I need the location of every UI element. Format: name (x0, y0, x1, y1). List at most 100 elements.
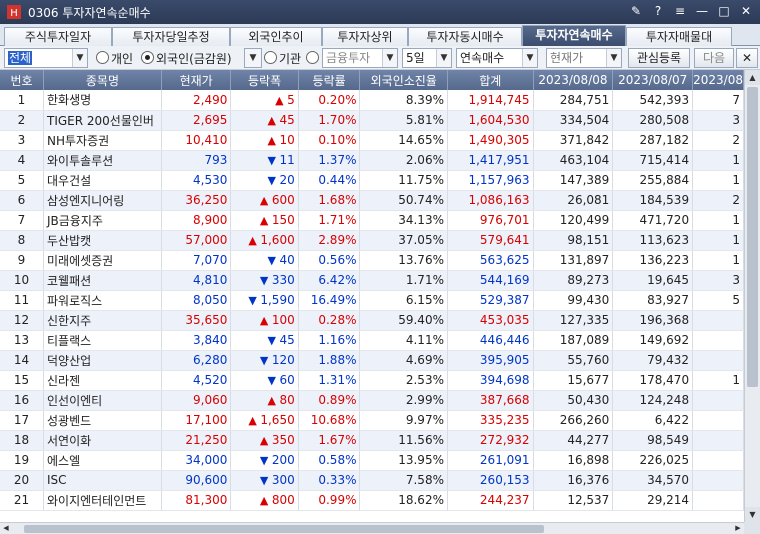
row-number: 15 (0, 370, 44, 391)
change-value: 5 (287, 92, 295, 107)
tab-foreign-trend[interactable]: 외국인추이 (230, 27, 322, 46)
table-row[interactable]: 8두산밥캣57,000 1,6002.89%37.05%579,64198,151… (0, 230, 744, 251)
menu-icon[interactable]: ≡ (672, 3, 688, 19)
change-value: 350 (271, 433, 295, 447)
table-row[interactable]: 4와이투솔루션793 111.37%2.06%1,417,951463,10471… (0, 150, 744, 171)
table-row[interactable]: 5대우건설4,530 200.44%11.75%1,157,963147,3892… (0, 170, 744, 191)
horizontal-scroll-thumb[interactable] (24, 525, 544, 533)
col-header-foreign-exhaust[interactable]: 외국인소진율 (359, 70, 448, 90)
tab-investor-supply[interactable]: 투자자매물대 (626, 27, 732, 46)
institution-type-value: 금융투자 (326, 51, 371, 65)
col-header-sum[interactable]: 합계 (447, 70, 534, 90)
row-number: 17 (0, 410, 44, 431)
tab-investor-consecutive-buy[interactable]: 투자자연속매수 (522, 25, 626, 46)
tab-investor-simul-buy[interactable]: 투자자동시매수 (408, 27, 522, 46)
close-button[interactable]: ✕ (738, 3, 754, 19)
mode-select[interactable]: 연속매수 ▼ (456, 48, 538, 68)
period-select[interactable]: 5일 ▼ (402, 48, 452, 68)
scroll-right-icon[interactable]: ▶ (732, 523, 744, 534)
table-row[interactable]: 20ISC90,600 3000.33%7.58%260,15316,37634,… (0, 470, 744, 491)
radio-institution[interactable] (264, 51, 277, 64)
price-type-select[interactable]: 현재가 ▼ (546, 48, 622, 68)
scroll-up-icon[interactable]: ▲ (745, 70, 760, 85)
next-button[interactable]: 다음 (694, 48, 734, 68)
sum-value: 244,237 (447, 490, 534, 511)
radio-financial-invest[interactable] (306, 51, 319, 64)
table-row[interactable]: 16인선이엔티9,060 800.89%2.99%387,66850,430124… (0, 390, 744, 411)
table-row[interactable]: 6삼성엔지니어링36,250 6001.68%50.74%1,086,16326,… (0, 190, 744, 211)
scroll-down-icon[interactable]: ▼ (745, 507, 760, 522)
col-header-name[interactable]: 종목명 (43, 70, 162, 90)
table-row[interactable]: 2TIGER 200선물인버2,695 451.70%5.81%1,604,530… (0, 110, 744, 131)
date3-value (692, 310, 744, 331)
row-number: 4 (0, 150, 44, 171)
date1-value: 371,842 (533, 130, 614, 151)
table-row[interactable]: 21와이지엔터테인먼트81,300 8000.99%18.62%244,23712… (0, 490, 744, 511)
up-arrow-icon (267, 394, 279, 407)
table-row[interactable]: 19에스엘34,000 2000.58%13.95%261,09116,89822… (0, 450, 744, 471)
table-row[interactable]: 15신라젠4,520 601.31%2.53%394,69815,677178,4… (0, 370, 744, 391)
col-header-price[interactable]: 현재가 (161, 70, 232, 90)
change-value: 20 (279, 173, 295, 187)
col-header-date1[interactable]: 2023/08/08 (533, 70, 614, 90)
stock-name: 서연이화 (43, 430, 162, 451)
maximize-button[interactable]: □ (716, 3, 732, 19)
col-header-change[interactable]: 등락폭 (230, 70, 299, 90)
table-row[interactable]: 9미래에셋증권7,070400.56%13.76%563,625131,8971… (0, 250, 744, 271)
chevron-down-icon: ▼ (522, 49, 537, 67)
row-number: 19 (0, 450, 44, 471)
down-arrow-icon (267, 174, 279, 187)
pin-icon[interactable]: ✎ (628, 3, 644, 19)
row-number: 10 (0, 270, 44, 291)
minimize-button[interactable]: — (694, 3, 710, 19)
col-header-date3[interactable]: 2023/08 (692, 70, 744, 90)
change-amount: 40 (230, 250, 299, 271)
radio-individual[interactable] (96, 51, 109, 64)
up-arrow-icon (248, 234, 260, 247)
table-row[interactable]: 14덕양산업6,280 1201.88%4.69%395,90555,76079,… (0, 350, 744, 371)
table-row[interactable]: 1한화생명2,490 50.20%8.39%1,914,745284,751542… (0, 90, 744, 111)
col-header-date2[interactable]: 2023/08/07 (612, 70, 694, 90)
tab-investor-top[interactable]: 투자자상위 (322, 27, 408, 46)
table-row[interactable]: 12신한지주35,650 1000.28%59.40%453,035127,335… (0, 310, 744, 331)
change-amount: 200 (230, 450, 299, 471)
scroll-left-icon[interactable]: ◀ (0, 523, 12, 534)
horizontal-scrollbar[interactable]: ◀ ▶ (0, 522, 744, 534)
foreign-exhaust-rate: 14.65% (359, 130, 448, 151)
change-value: 45 (279, 113, 295, 127)
radio-foreign[interactable] (141, 51, 154, 64)
current-price: 35,650 (161, 310, 232, 331)
col-header-no[interactable]: 번호 (0, 70, 44, 90)
market-select[interactable]: 전체 ▼ (4, 48, 88, 68)
change-value: 330 (271, 273, 295, 287)
change-rate: 0.56% (298, 250, 361, 271)
vertical-scroll-thumb[interactable] (747, 87, 758, 387)
table-row[interactable]: 11파워로직스8,050 1,59016.49%6.15%529,38799,43… (0, 290, 744, 311)
institution-type-select[interactable]: 금융투자 ▼ (322, 48, 398, 68)
up-arrow-icon (260, 494, 272, 507)
watchlist-add-button[interactable]: 관심등록 (628, 48, 690, 68)
col-header-rate[interactable]: 등락률 (298, 70, 361, 90)
table-row[interactable]: 18서연이화21,250 3501.67%11.56%272,93244,2779… (0, 430, 744, 451)
period-value: 5일 (406, 51, 425, 65)
close-panel-icon[interactable]: ✕ (736, 48, 758, 68)
foreign-dropdown-button[interactable]: ▼ (244, 48, 262, 68)
row-number: 16 (0, 390, 44, 411)
up-arrow-icon (260, 314, 272, 327)
vertical-scrollbar[interactable]: ▲ ▼ (744, 70, 760, 522)
table-row[interactable]: 13티플랙스3,840 451.16%4.11%446,446187,089149… (0, 330, 744, 351)
tab-investor-daily[interactable]: 주식투자일자 (4, 27, 112, 46)
sum-value: 453,035 (447, 310, 534, 331)
help-icon[interactable]: ? (650, 3, 666, 19)
table-row[interactable]: 3NH투자증권10,410 100.10%14.65%1,490,305371,8… (0, 130, 744, 151)
date3-value: 3 (692, 110, 744, 131)
table-row[interactable]: 10코웰패션4,810 3306.42%1.71%544,16989,27319,… (0, 270, 744, 291)
change-rate: 0.44% (298, 170, 361, 191)
date1-value: 16,376 (533, 470, 614, 491)
date1-value: 284,751 (533, 90, 614, 111)
tab-investor-today-estimate[interactable]: 투자자당일추정 (112, 27, 230, 46)
foreign-exhaust-rate: 11.56% (359, 430, 448, 451)
stock-name: 성광벤드 (43, 410, 162, 431)
table-row[interactable]: 17성광벤드17,100 1,65010.68%9.97%335,235266,2… (0, 410, 744, 431)
table-row[interactable]: 7JB금융지주8,900 1501.71%34.13%976,701120,499… (0, 210, 744, 231)
